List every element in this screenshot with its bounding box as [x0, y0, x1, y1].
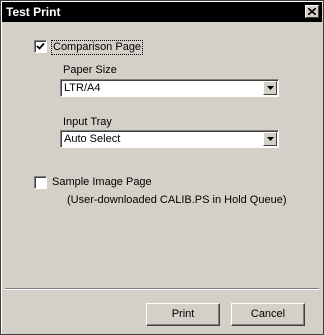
title-bar[interactable]: Test Print: [2, 2, 322, 22]
checkmark-icon: [36, 42, 45, 50]
paper-size-value: LTR/A4: [64, 82, 101, 94]
button-separator: [5, 288, 319, 290]
input-tray-label: Input Tray: [63, 116, 112, 128]
paper-size-dropdown-button[interactable]: [263, 81, 277, 95]
sample-image-page-checkbox[interactable]: [34, 176, 47, 189]
paper-size-label: Paper Size: [63, 64, 117, 76]
chevron-down-icon: [267, 86, 274, 90]
window-title: Test Print: [6, 5, 61, 19]
sample-image-page-label[interactable]: Sample Image Page: [52, 176, 152, 189]
input-tray-dropdown-button[interactable]: [263, 132, 277, 146]
print-button[interactable]: Print: [146, 303, 220, 326]
cancel-button[interactable]: Cancel: [231, 303, 305, 326]
test-print-dialog: Test Print Comparison Page Paper Size LT…: [0, 0, 324, 335]
sample-image-page-note: (User-downloaded CALIB.PS in Hold Queue): [67, 194, 287, 206]
comparison-page-checkbox[interactable]: [34, 40, 47, 53]
input-tray-select[interactable]: Auto Select: [60, 130, 279, 148]
chevron-down-icon: [267, 137, 274, 141]
input-tray-value: Auto Select: [64, 133, 121, 145]
close-button[interactable]: [305, 5, 319, 18]
comparison-page-label[interactable]: Comparison Page: [51, 40, 144, 55]
close-icon: [308, 8, 316, 15]
paper-size-select[interactable]: LTR/A4: [60, 79, 279, 97]
